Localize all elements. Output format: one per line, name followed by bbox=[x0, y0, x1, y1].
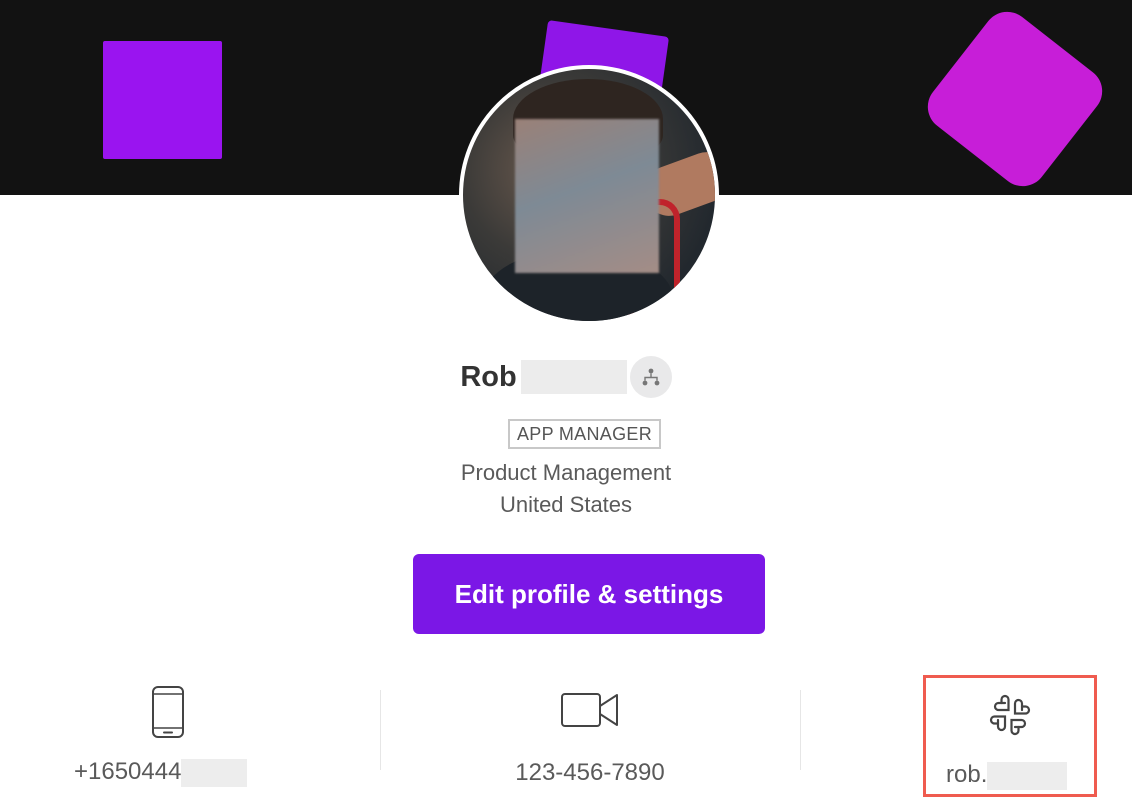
redacted-text bbox=[181, 758, 248, 787]
location-label: United States bbox=[499, 492, 633, 517]
divider bbox=[800, 690, 801, 770]
video-camera-icon bbox=[561, 693, 618, 727]
face-blur bbox=[515, 119, 659, 273]
redacted-text bbox=[987, 761, 1068, 790]
edit-profile-button[interactable]: Edit profile & settings bbox=[413, 554, 765, 634]
banner-shape bbox=[918, 2, 1112, 195]
mobile-phone-icon bbox=[152, 686, 184, 738]
profile-first-name: Rob bbox=[460, 360, 517, 393]
avatar bbox=[459, 65, 719, 325]
slack-icon bbox=[989, 694, 1031, 736]
name-row: Rob bbox=[0, 356, 1132, 398]
redacted-surname bbox=[520, 360, 627, 394]
divider bbox=[380, 690, 381, 770]
org-chart-icon bbox=[642, 368, 660, 386]
role-badge: APP MANAGER bbox=[508, 419, 661, 449]
phone-number: +1650444 bbox=[74, 758, 182, 785]
org-chart-button[interactable] bbox=[629, 356, 672, 398]
department-label: Product Management bbox=[460, 460, 672, 485]
slack-handle: rob. bbox=[946, 761, 988, 788]
banner-shape bbox=[103, 41, 222, 159]
video-number: 123-456-7890 bbox=[515, 759, 665, 786]
slack-contact[interactable]: rob. bbox=[923, 675, 1097, 797]
